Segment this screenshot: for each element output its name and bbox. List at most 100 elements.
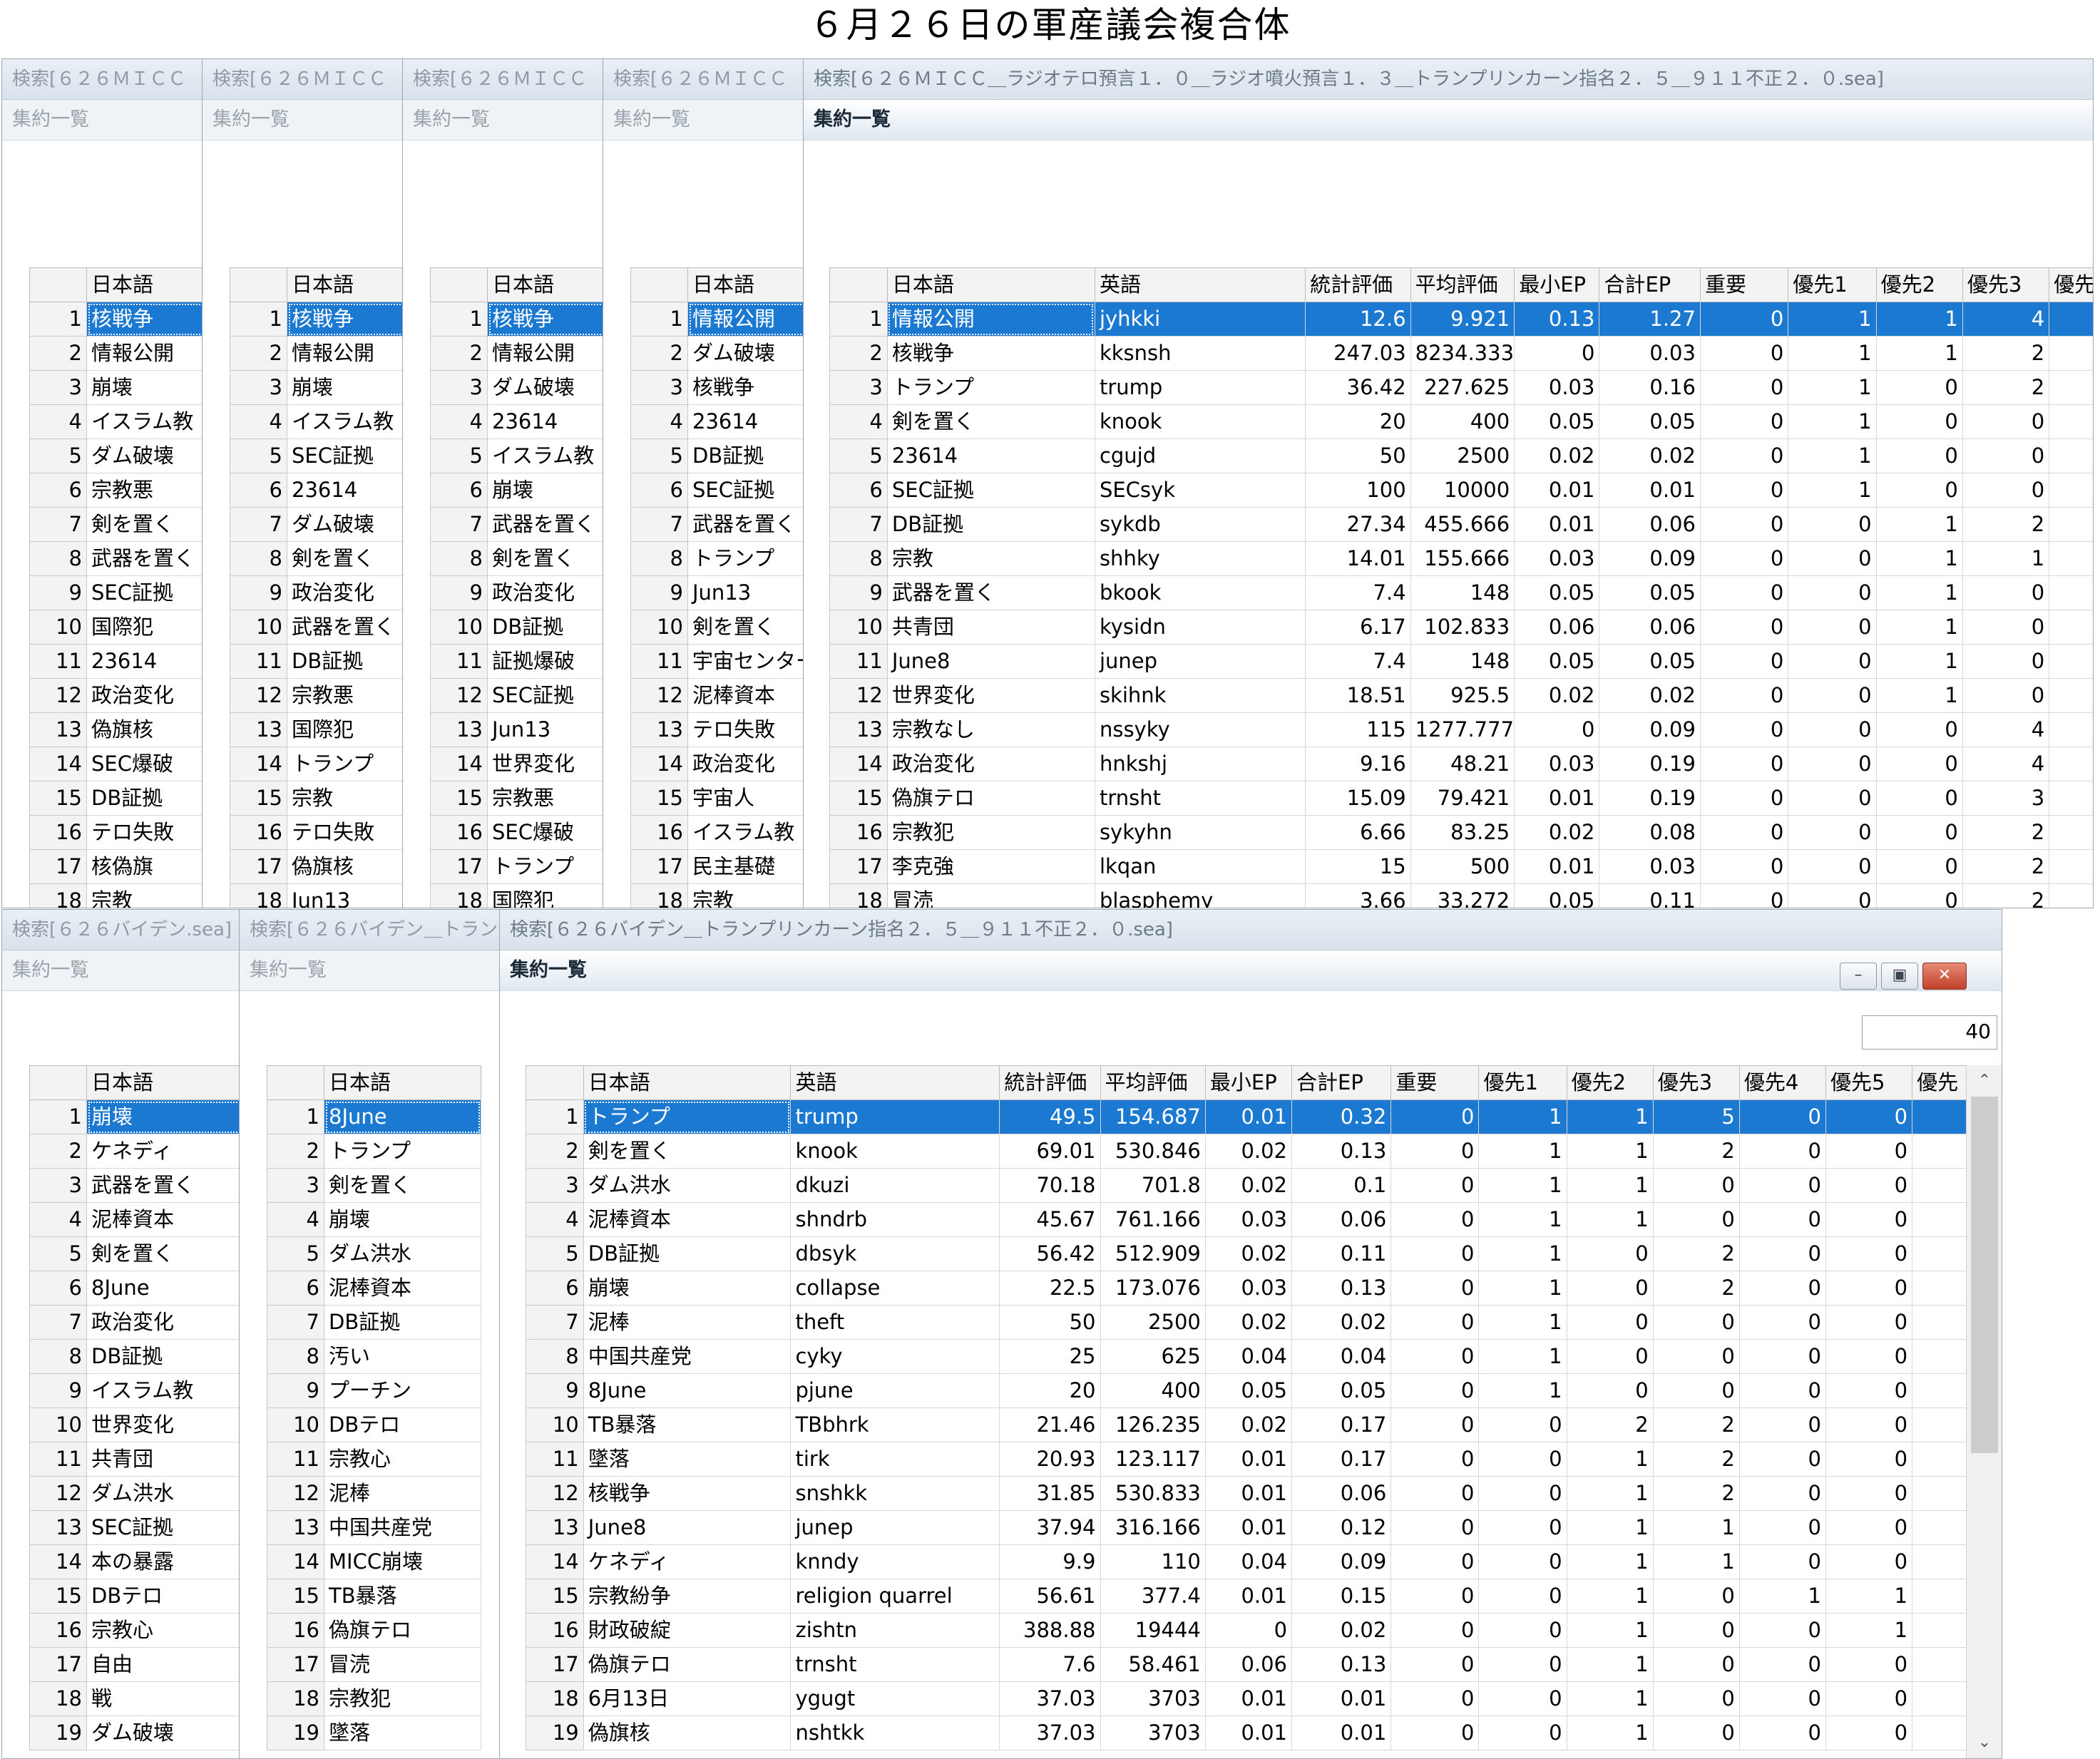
cell-stat-eval[interactable]: 15.09 <box>1305 781 1411 816</box>
table-row[interactable]: 9 政治変化 <box>430 575 604 610</box>
cell-japanese[interactable]: SEC証拠 <box>287 439 404 473</box>
cell-priority-2[interactable]: 1 <box>1875 575 1963 610</box>
cell-japanese[interactable]: 剣を置く <box>886 404 1095 439</box>
cell-japanese[interactable]: 崩壊 <box>287 370 404 405</box>
cell-total-ep[interactable]: 0.09 <box>1599 712 1701 747</box>
cell-avg-eval[interactable]: 925.5 <box>1410 678 1515 713</box>
cell-japanese[interactable]: 武器を置く <box>487 507 604 542</box>
cell-avg-eval[interactable]: 123.117 <box>1100 1442 1206 1477</box>
cell-total-ep[interactable]: 0.03 <box>1599 849 1701 884</box>
column-header-priority-1[interactable]: 優先1 <box>1478 1065 1567 1100</box>
cell-priority-5[interactable]: 0 <box>1825 1236 1913 1271</box>
cell-total-ep[interactable]: 0.05 <box>1599 644 1701 679</box>
cell-min-ep[interactable]: 0.05 <box>1514 883 1600 908</box>
cell-priority-2[interactable]: 0 <box>1566 1271 1654 1306</box>
table-row[interactable]: 10 DB証拠 <box>430 610 604 645</box>
cell-important[interactable]: 0 <box>1699 781 1789 816</box>
cell-important[interactable]: 0 <box>1699 439 1789 473</box>
cell-priority-1[interactable]: 1 <box>1478 1236 1567 1271</box>
cell-avg-eval[interactable]: 148 <box>1410 575 1515 610</box>
cell-important[interactable]: 0 <box>1699 507 1789 542</box>
cell-important[interactable]: 0 <box>1390 1442 1480 1477</box>
column-header-min-ep[interactable]: 最小EP <box>1514 267 1600 302</box>
cell-priority-1[interactable]: 0 <box>1788 644 1877 679</box>
cell-priority-5[interactable]: 0 <box>1825 1407 1913 1442</box>
cell-priority-3[interactable]: 2 <box>1962 883 2050 908</box>
cell-english[interactable]: bkook <box>1094 575 1306 610</box>
cell-min-ep[interactable]: 0.01 <box>1204 1579 1293 1614</box>
search-window-bottom-2[interactable]: 検索[６２６バイデン＿トランプ 集約一覧 日本語 1 8June 2 トランプ 3 剣を置… <box>239 909 504 1759</box>
cell-priority-4[interactable]: 0 <box>1738 1373 1826 1408</box>
cell-min-ep[interactable]: 0.03 <box>1514 370 1600 405</box>
cell-min-ep[interactable]: 0 <box>1514 712 1600 747</box>
cell-priority-4[interactable]: 0 <box>1738 1544 1826 1579</box>
cell-english[interactable]: cgujd <box>1094 439 1306 473</box>
cell-japanese[interactable]: 核戦争 <box>86 302 203 337</box>
cell-english[interactable]: zishtn <box>790 1613 1000 1648</box>
window-title[interactable]: 検索[６２６ＭＩＣＣ <box>603 59 804 100</box>
cell-min-ep[interactable]: 0.05 <box>1514 575 1600 610</box>
column-header-avg-eval[interactable]: 平均評価 <box>1100 1065 1206 1100</box>
table-row[interactable]: 12 核戦争 snshkk 31.85 530.833 0.01 0.06 0 0 1 2 0 0 <box>526 1476 1970 1511</box>
cell-min-ep[interactable]: 0.01 <box>1204 1510 1293 1545</box>
cell-stat-eval[interactable]: 37.03 <box>999 1681 1101 1716</box>
cell-priority-3[interactable]: 0 <box>1652 1339 1740 1374</box>
cell-important[interactable]: 0 <box>1390 1099 1480 1134</box>
cell-avg-eval[interactable]: 110 <box>1100 1544 1206 1579</box>
cell-japanese[interactable]: SEC証拠 <box>86 1510 240 1545</box>
cell-stat-eval[interactable]: 9.16 <box>1305 747 1411 781</box>
cell-japanese[interactable]: 情報公開 <box>287 336 404 371</box>
cell-avg-eval[interactable]: 3703 <box>1100 1716 1206 1750</box>
cell-japanese[interactable]: ダム洪水 <box>324 1236 481 1271</box>
restore-icon[interactable]: ▣ <box>1881 963 1918 990</box>
cell-english[interactable]: hnkshj <box>1094 747 1306 781</box>
cell-stat-eval[interactable]: 18.51 <box>1305 678 1411 713</box>
table-row[interactable]: 10 国際犯 <box>29 610 203 645</box>
cell-avg-eval[interactable]: 8234.333 <box>1410 336 1515 371</box>
cell-priority-1[interactable]: 0 <box>1788 712 1877 747</box>
table-row[interactable]: 14 政治変化 hnkshj 9.16 48.21 0.03 0.19 0 0 0 4 <box>829 747 2093 781</box>
cell-important[interactable]: 0 <box>1699 712 1789 747</box>
cell-min-ep[interactable]: 0.02 <box>1204 1236 1293 1271</box>
cell-priority-4[interactable]: 0 <box>1738 1202 1826 1237</box>
cell-priority-3[interactable]: 2 <box>1962 370 2050 405</box>
table-row[interactable]: 3 ダム破壊 <box>430 370 604 405</box>
cell-japanese[interactable]: ケネディ <box>583 1544 792 1579</box>
cell-japanese[interactable]: 泥棒資本 <box>687 678 804 713</box>
table-row[interactable]: 6 23614 <box>230 473 404 508</box>
table-row[interactable]: 9 武器を置く bkook 7.4 148 0.05 0.05 0 0 1 0 <box>829 575 2093 610</box>
cell-avg-eval[interactable]: 377.4 <box>1100 1579 1206 1614</box>
window-title[interactable]: 検索[６２６ＭＩＣＣ <box>403 59 604 100</box>
table-row[interactable]: 1 情報公開 <box>630 302 804 337</box>
cell-japanese[interactable]: 宗教悪 <box>487 781 604 816</box>
cell-min-ep[interactable]: 0.03 <box>1204 1202 1293 1237</box>
table-row[interactable]: 10 剣を置く <box>630 610 804 645</box>
cell-important[interactable]: 0 <box>1390 1544 1480 1579</box>
cell-priority-1[interactable]: 0 <box>1788 781 1877 816</box>
table-row[interactable]: 4 泥棒資本 <box>29 1202 240 1237</box>
table-row[interactable]: 10 TB暴落 TBbhrk 21.46 126.235 0.02 0.17 0 0 2 2 0 0 <box>526 1407 1970 1442</box>
cell-priority-1[interactable]: 1 <box>1788 439 1877 473</box>
cell-total-ep[interactable]: 0.13 <box>1291 1647 1392 1682</box>
cell-priority-3[interactable]: 3 <box>1962 781 2050 816</box>
cell-priority-3[interactable]: 2 <box>1962 336 2050 371</box>
cell-japanese[interactable]: MICC崩壊 <box>324 1544 481 1579</box>
cell-priority-2[interactable]: 1 <box>1566 1134 1654 1169</box>
cell-japanese[interactable]: 墜落 <box>324 1716 481 1750</box>
cell-stat-eval[interactable]: 22.5 <box>999 1271 1101 1306</box>
cell-stat-eval[interactable]: 37.94 <box>999 1510 1101 1545</box>
cell-total-ep[interactable]: 0.09 <box>1291 1544 1392 1579</box>
cell-avg-eval[interactable]: 400 <box>1100 1373 1206 1408</box>
cell-english[interactable]: shhky <box>1094 541 1306 576</box>
cell-english[interactable]: dbsyk <box>790 1236 1000 1271</box>
cell-priority-2[interactable]: 0 <box>1566 1339 1654 1374</box>
table-row[interactable]: 11 23614 <box>29 644 203 679</box>
cell-priority-3[interactable]: 2 <box>1652 1271 1740 1306</box>
cell-total-ep[interactable]: 0.06 <box>1291 1476 1392 1511</box>
table-row[interactable]: 4 イスラム教 <box>29 404 203 439</box>
cell-priority-4[interactable]: 0 <box>1738 1305 1826 1340</box>
cell-important[interactable]: 0 <box>1699 336 1789 371</box>
table-row[interactable]: 7 DB証拠 <box>267 1305 481 1340</box>
table-row[interactable]: 14 世界変化 <box>430 747 604 781</box>
cell-japanese[interactable]: 偽旗核 <box>287 849 404 884</box>
